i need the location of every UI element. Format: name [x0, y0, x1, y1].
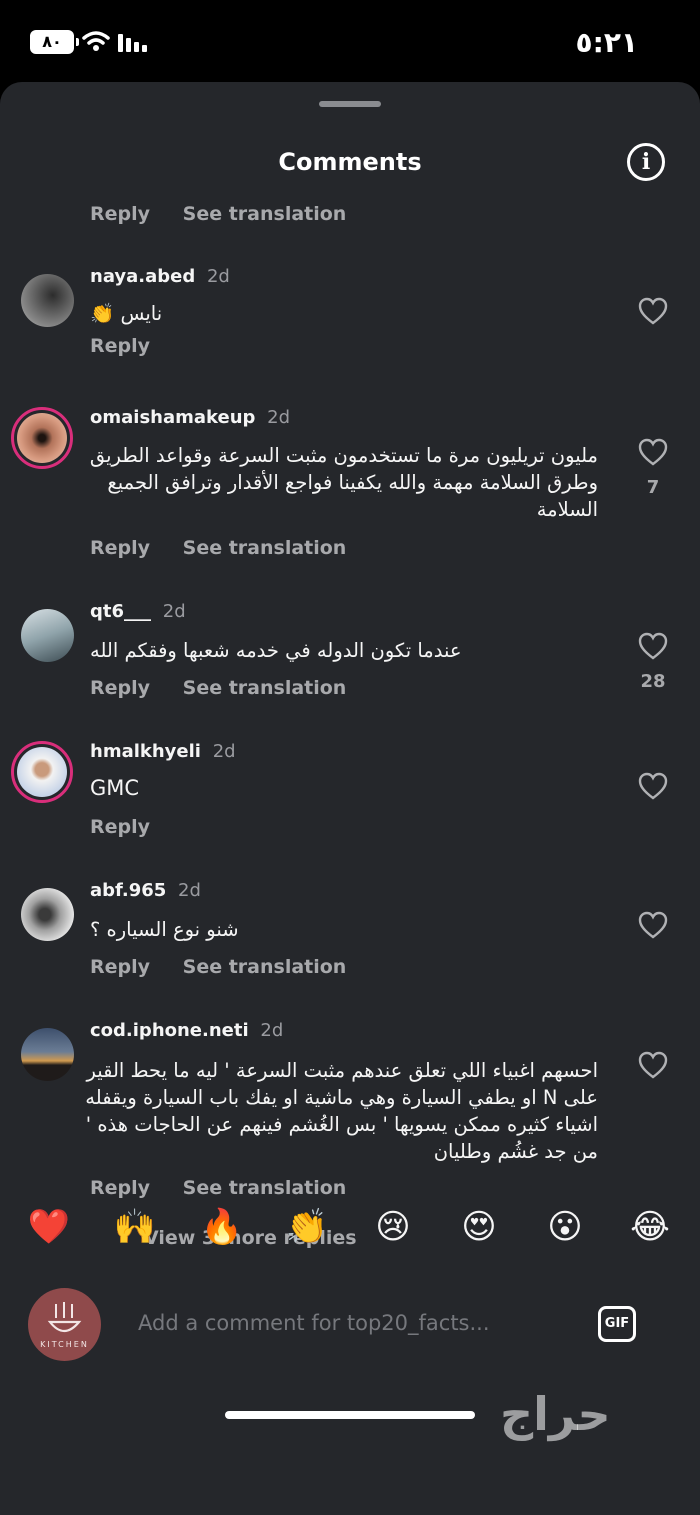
raised-hands-emoji-button[interactable]: 🙌: [110, 1202, 160, 1252]
gif-button[interactable]: GIF: [598, 1306, 636, 1342]
comment-meta: abf.965 2d: [90, 880, 201, 901]
cellular-signal-icon: [118, 34, 147, 52]
status-time: ٥:٢١: [575, 26, 638, 59]
heart-icon[interactable]: [638, 772, 668, 800]
watermark-logo: حراج: [500, 1387, 611, 1441]
like-count[interactable]: 28: [620, 671, 686, 692]
comment-text: GMC: [90, 776, 140, 800]
comment-actions: Reply: [90, 335, 176, 357]
avatar[interactable]: [11, 741, 73, 803]
comment-meta: qt6___ 2d: [90, 601, 186, 622]
comment-meta: naya.abed 2d: [90, 266, 230, 287]
avatar[interactable]: [21, 888, 74, 941]
comment-time: 2d: [260, 1020, 284, 1041]
heart-icon[interactable]: [638, 297, 668, 325]
comment-username[interactable]: omaishamakeup: [90, 407, 255, 428]
heart-eyes-emoji-button[interactable]: 😍: [454, 1202, 504, 1252]
comment-text: نايس 👏: [90, 302, 163, 325]
comments-sheet: Comments i Reply See translation naya.ab…: [0, 82, 700, 1515]
laughing-emoji-button[interactable]: 😂: [625, 1202, 675, 1252]
reply-button[interactable]: Reply: [90, 1177, 150, 1199]
sheet-grabber[interactable]: [319, 101, 381, 107]
comment-time: 2d: [267, 407, 291, 428]
info-icon[interactable]: i: [627, 143, 665, 181]
comment-username[interactable]: qt6___: [90, 601, 151, 622]
avatar[interactable]: [21, 1028, 74, 1081]
comment-meta: hmalkhyeli 2d: [90, 741, 236, 762]
composer-avatar-brand: KITCHEN: [40, 1340, 89, 1349]
heart-icon[interactable]: [638, 632, 668, 660]
comment-time: 2d: [206, 266, 230, 287]
clapping-emoji-button[interactable]: 👏: [282, 1202, 332, 1252]
heart-icon[interactable]: [638, 911, 668, 939]
see-translation-button[interactable]: See translation: [183, 956, 347, 978]
comment-actions: Reply See translation: [90, 537, 372, 559]
comment-time: 2d: [178, 880, 201, 901]
comment-meta: omaishamakeup 2d: [90, 407, 290, 428]
wifi-icon: [82, 31, 110, 51]
reply-button[interactable]: Reply: [90, 816, 150, 838]
comment-actions: Reply See translation: [90, 956, 372, 978]
comment-actions: Reply See translation: [90, 677, 372, 699]
comment-meta: cod.iphone.neti 2d: [90, 1020, 283, 1041]
reply-button[interactable]: Reply: [90, 956, 150, 978]
emoji-reaction-bar: ❤️ 🙌 🔥 👏 😢 😍 😮 😂: [0, 1202, 700, 1274]
avatar[interactable]: [11, 407, 73, 469]
comment-text: احسهم اغبياء اللي تعلق عندهم مثبت السرعة…: [85, 1059, 598, 1163]
heart-icon[interactable]: [638, 438, 668, 466]
reply-button[interactable]: Reply: [90, 677, 150, 699]
surprised-emoji-button[interactable]: 😮: [540, 1202, 590, 1252]
like-count[interactable]: 7: [620, 477, 686, 498]
comment-text: شنو نوع السياره ؟: [90, 918, 239, 941]
comment-input[interactable]: Add a comment for top20_facts...: [138, 1311, 490, 1335]
see-translation-button[interactable]: See translation: [183, 1177, 347, 1199]
heart-emoji-button[interactable]: ❤️: [24, 1202, 74, 1252]
avatar[interactable]: [21, 609, 74, 662]
sheet-title: Comments: [278, 148, 422, 176]
see-translation-button[interactable]: See translation: [183, 203, 347, 225]
fire-emoji-button[interactable]: 🔥: [197, 1202, 247, 1252]
home-indicator: [225, 1411, 475, 1419]
see-translation-button[interactable]: See translation: [183, 537, 347, 559]
comment-time: 2d: [162, 601, 186, 622]
avatar[interactable]: [21, 274, 74, 327]
battery-indicator: ٨٠: [30, 30, 79, 54]
status-bar: ٨٠ ٥:٢١: [0, 0, 700, 82]
comment-actions: Reply: [90, 816, 176, 838]
comment-actions: Reply See translation: [90, 1177, 372, 1199]
crying-emoji-button[interactable]: 😢: [368, 1202, 418, 1252]
comment-username[interactable]: abf.965: [90, 880, 166, 901]
kitchen-logo-icon: [47, 1302, 82, 1333]
comment-username[interactable]: hmalkhyeli: [90, 741, 201, 762]
reply-button[interactable]: Reply: [90, 537, 150, 559]
comment-text: مليون تريليون مرة ما تستخدمون مثبت السرع…: [89, 444, 598, 521]
comment-username[interactable]: cod.iphone.neti: [90, 1020, 249, 1041]
see-translation-button[interactable]: See translation: [183, 677, 347, 699]
composer-avatar[interactable]: KITCHEN: [28, 1288, 101, 1361]
comment-time: 2d: [212, 741, 236, 762]
comment-username[interactable]: naya.abed: [90, 266, 195, 287]
reply-button[interactable]: Reply: [90, 335, 150, 357]
comment-text: عندما تكون الدوله في خدمه شعبها وفقكم ال…: [90, 639, 462, 662]
heart-icon[interactable]: [638, 1051, 668, 1079]
comment-actions: Reply See translation: [90, 203, 372, 225]
reply-button[interactable]: Reply: [90, 203, 150, 225]
